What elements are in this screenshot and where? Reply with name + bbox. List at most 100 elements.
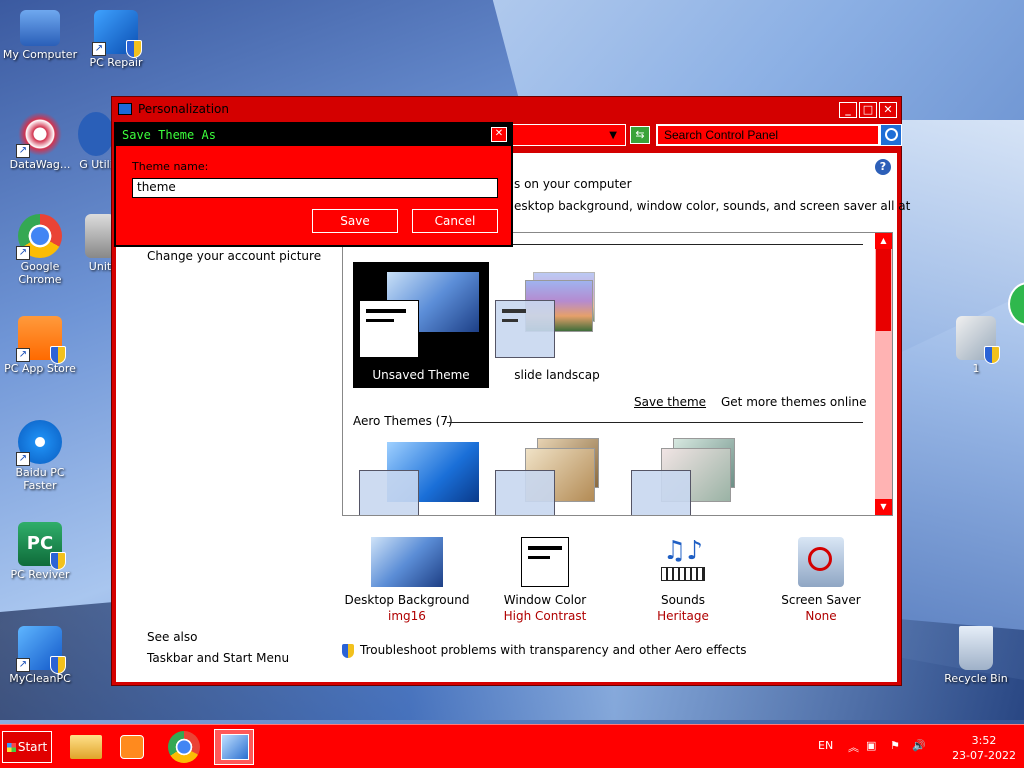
desktop-icon-baidu-pc-faster[interactable]: ↗ Baidu PC Faster <box>0 420 80 492</box>
shield-icon <box>50 656 66 674</box>
shield-icon <box>984 346 1000 364</box>
scroll-down-arrow-icon[interactable]: ▼ <box>875 499 892 515</box>
theme-label: slide landscap <box>514 368 600 382</box>
mycleanpc-icon: ↗ <box>16 626 66 674</box>
start-button[interactable]: Start <box>2 731 52 763</box>
pc-reviver-icon: PC <box>18 522 66 570</box>
setting-value: High Contrast <box>503 609 587 623</box>
page-heading: s on your computer <box>514 177 632 191</box>
desktop-icon-utility[interactable]: G Utili <box>76 112 116 171</box>
desktop-icon-mycleanpc[interactable]: ↗ MyCleanPC <box>0 626 80 685</box>
chevron-down-icon[interactable]: ▼ <box>609 130 617 141</box>
shortcut-arrow-icon: ↗ <box>16 246 30 260</box>
theme-tile-slide-landscape[interactable]: slide landscap <box>489 262 625 388</box>
shortcut-arrow-icon: ↗ <box>92 42 106 56</box>
page-subheading: esktop background, window color, sounds,… <box>514 199 911 213</box>
see-also-heading: See also <box>147 630 198 644</box>
setting-value: img16 <box>388 609 426 623</box>
taskbar: Start EN ︽ ▣ ⚑ 🔊 3:52 23-07-2022 <box>0 724 1024 768</box>
setting-title: Sounds <box>660 593 706 607</box>
refresh-button[interactable]: ⇆ <box>630 126 650 144</box>
sounds-setting[interactable]: ♫♪ Sounds Heritage <box>608 537 758 623</box>
pc-repair-icon: ↗ <box>92 10 142 58</box>
window-preview <box>495 300 555 358</box>
search-input[interactable]: Search Control Panel <box>656 124 880 146</box>
shield-icon <box>50 346 66 364</box>
shortcut-arrow-icon: ↗ <box>16 452 30 466</box>
scroll-thumb[interactable] <box>876 249 891 331</box>
get-more-themes-link[interactable]: Get more themes online <box>721 395 867 409</box>
window-preview <box>359 300 419 358</box>
theme-tile-aero-architecture[interactable] <box>489 438 625 515</box>
cancel-button[interactable]: Cancel <box>412 209 498 233</box>
theme-tile-unsaved[interactable]: Unsaved Theme <box>353 262 489 388</box>
setting-title: Screen Saver <box>781 593 861 607</box>
save-button[interactable]: Save <box>312 209 398 233</box>
shortcut-arrow-icon: ↗ <box>16 348 30 362</box>
desktop-icon-1[interactable]: 1 <box>936 316 1016 375</box>
taskbar-control-panel-icon[interactable] <box>214 729 254 765</box>
show-hidden-icons-chevron-icon[interactable]: ︽ <box>848 739 859 755</box>
theme-list-scrollbar[interactable]: ▲ ▼ <box>875 233 892 515</box>
save-theme-link[interactable]: Save theme <box>634 395 706 409</box>
desktop-icon-pc-reviver[interactable]: PC PC Reviver <box>0 522 80 581</box>
troubleshoot-link[interactable]: Troubleshoot problems with transparency … <box>342 643 747 658</box>
desktop-background-setting[interactable]: Desktop Background img16 <box>332 537 482 623</box>
system-clock[interactable]: 3:52 23-07-2022 <box>952 733 1016 763</box>
setting-value: None <box>805 609 837 623</box>
desktop-icon-pc-app-store[interactable]: ↗ PC App Store <box>0 316 80 375</box>
desktop-icon-datawag[interactable]: ↗ DataWag... <box>0 112 80 171</box>
screen-saver-icon <box>798 537 844 587</box>
theme-tile-aero-windows[interactable] <box>353 438 489 515</box>
setting-title: Window Color <box>503 593 587 607</box>
desktop-icon-pc-repair[interactable]: ↗ PC Repair <box>76 10 156 69</box>
shortcut-arrow-icon: ↗ <box>16 144 30 158</box>
dialog-title: Save Theme As <box>122 128 216 142</box>
recycle-bin-icon <box>959 626 993 670</box>
datawag-icon: ↗ <box>16 112 62 158</box>
taskbar-explorer-icon[interactable] <box>66 729 106 765</box>
help-icon[interactable]: ? <box>875 159 891 175</box>
desktop-icon-recycle-bin[interactable]: Recycle Bin <box>936 626 1016 685</box>
chrome-icon: ↗ <box>16 214 62 260</box>
taskbar-start-menu-link[interactable]: Taskbar and Start Menu <box>147 651 289 665</box>
installer-icon <box>956 316 1000 364</box>
window-color-setting[interactable]: Window Color High Contrast <box>470 537 620 623</box>
maximize-button[interactable]: □ <box>859 102 877 118</box>
search-icon[interactable] <box>880 124 902 146</box>
volume-icon[interactable]: 🔊 <box>912 739 926 752</box>
window-title-bar[interactable]: Personalization <box>112 97 901 121</box>
change-account-picture-link[interactable]: Change your account picture <box>147 249 321 263</box>
theme-label: Unsaved Theme <box>372 368 470 382</box>
window-preview <box>495 470 555 515</box>
desktop-icon-google-chrome[interactable]: ↗ Google Chrome <box>0 214 80 286</box>
language-indicator[interactable]: EN <box>818 739 833 752</box>
theme-name-input[interactable]: theme <box>132 178 498 198</box>
dialog-close-button[interactable]: ✕ <box>491 127 507 142</box>
theme-name-label: Theme name: <box>132 160 209 173</box>
desktop-icon-my-computer[interactable]: My Computer <box>0 10 80 61</box>
divider <box>447 422 863 423</box>
window-preview <box>631 470 691 515</box>
save-theme-dialog: Save Theme As ✕ Theme name: theme Save C… <box>114 122 513 247</box>
network-icon[interactable]: ▣ <box>866 739 876 752</box>
screen-saver-setting[interactable]: Screen Saver None <box>746 537 896 623</box>
windows-logo-icon <box>6 743 16 752</box>
minimize-button[interactable]: _ <box>839 102 857 118</box>
setting-title: Desktop Background <box>344 593 470 607</box>
close-button[interactable]: ✕ <box>879 102 897 118</box>
theme-tile-aero-nature[interactable] <box>625 438 761 515</box>
shield-icon <box>126 40 142 58</box>
taskbar-media-player-icon[interactable] <box>112 729 152 765</box>
dialog-title-bar[interactable]: Save Theme As <box>116 124 511 146</box>
computer-icon <box>20 10 60 46</box>
taskbar-chrome-icon[interactable] <box>164 729 204 765</box>
desktop-background-icon <box>371 537 443 587</box>
personalization-app-icon <box>118 103 132 115</box>
window-preview <box>359 470 419 515</box>
music-notes-icon: ♫♪ <box>647 537 719 587</box>
theme-list: Unsaved Theme slide landscap Save theme … <box>342 232 893 516</box>
action-center-flag-icon[interactable]: ⚑ <box>890 739 900 752</box>
app-store-bag-icon: ↗ <box>16 316 66 364</box>
scroll-up-arrow-icon[interactable]: ▲ <box>875 233 892 249</box>
